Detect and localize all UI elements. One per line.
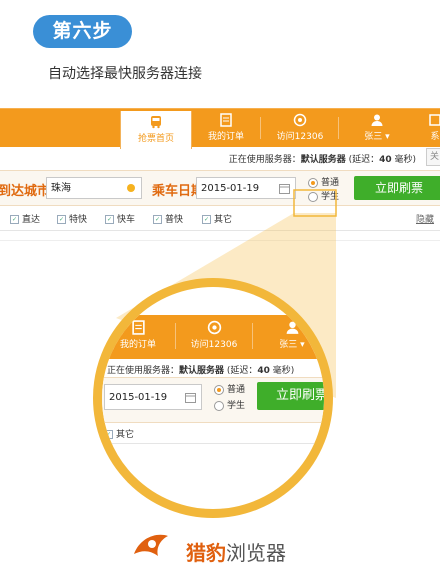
zoom-tab-my-orders: 我的订单 [104, 315, 172, 359]
orders-icon [131, 320, 145, 335]
chevron-down-icon: ▾ [297, 340, 305, 350]
zoom-tab-user: 张三 ▾ [254, 315, 324, 359]
globe-icon [207, 320, 221, 335]
latency-value: 40 [257, 366, 270, 376]
radio-dot [214, 384, 224, 395]
zoom-tab-label: 访问12306 [190, 340, 238, 350]
magnifier-lens: 我的订单 访问12306 张三 ▾ 正在使用服务器：默认服务器 (延迟：40 毫… [93, 278, 333, 518]
filter-label: 其它 [116, 430, 135, 440]
zoom-server-status: 正在使用服务器：默认服务器 (延迟：40 毫秒) [107, 363, 294, 376]
zoom-tab-label: 张三 [279, 340, 298, 350]
zoom-tab-visit-12306: 访问12306 [176, 315, 252, 359]
radio-dot [214, 400, 224, 411]
server-name: 默认服务器 [179, 366, 225, 376]
zoom-radio-normal: 普通 [214, 382, 245, 395]
zoom-search-row: 2015-01-19 普通 学生 立即刷票 [102, 377, 324, 423]
radio-label: 学生 [227, 401, 246, 411]
zoom-refresh-button: 立即刷票 [257, 382, 324, 410]
date-value: 2015-01-19 [109, 392, 168, 403]
brand-name-suffix: 浏览器 [226, 541, 286, 565]
cheetah-logo-icon [134, 534, 168, 556]
user-icon [286, 321, 298, 334]
latency-prefix: (延迟： [224, 366, 258, 376]
divider [102, 443, 324, 444]
zoom-tab-label: 我的订单 [119, 340, 156, 350]
calendar-icon [185, 393, 196, 403]
radio-label: 普通 [227, 385, 246, 395]
zoom-radio-student: 学生 [214, 398, 245, 411]
latency-suffix: 毫秒) [269, 366, 295, 376]
zoom-date-input: 2015-01-19 [104, 384, 202, 410]
status-prefix: 正在使用服务器： [107, 366, 180, 376]
checkbox: ✓ [104, 430, 113, 439]
brand-name: 猎豹浏览器 [186, 537, 286, 566]
zoom-filter-other: ✓ 其它 [104, 427, 134, 440]
brand-name-main: 猎豹 [186, 541, 226, 565]
nav-divider [252, 323, 253, 349]
